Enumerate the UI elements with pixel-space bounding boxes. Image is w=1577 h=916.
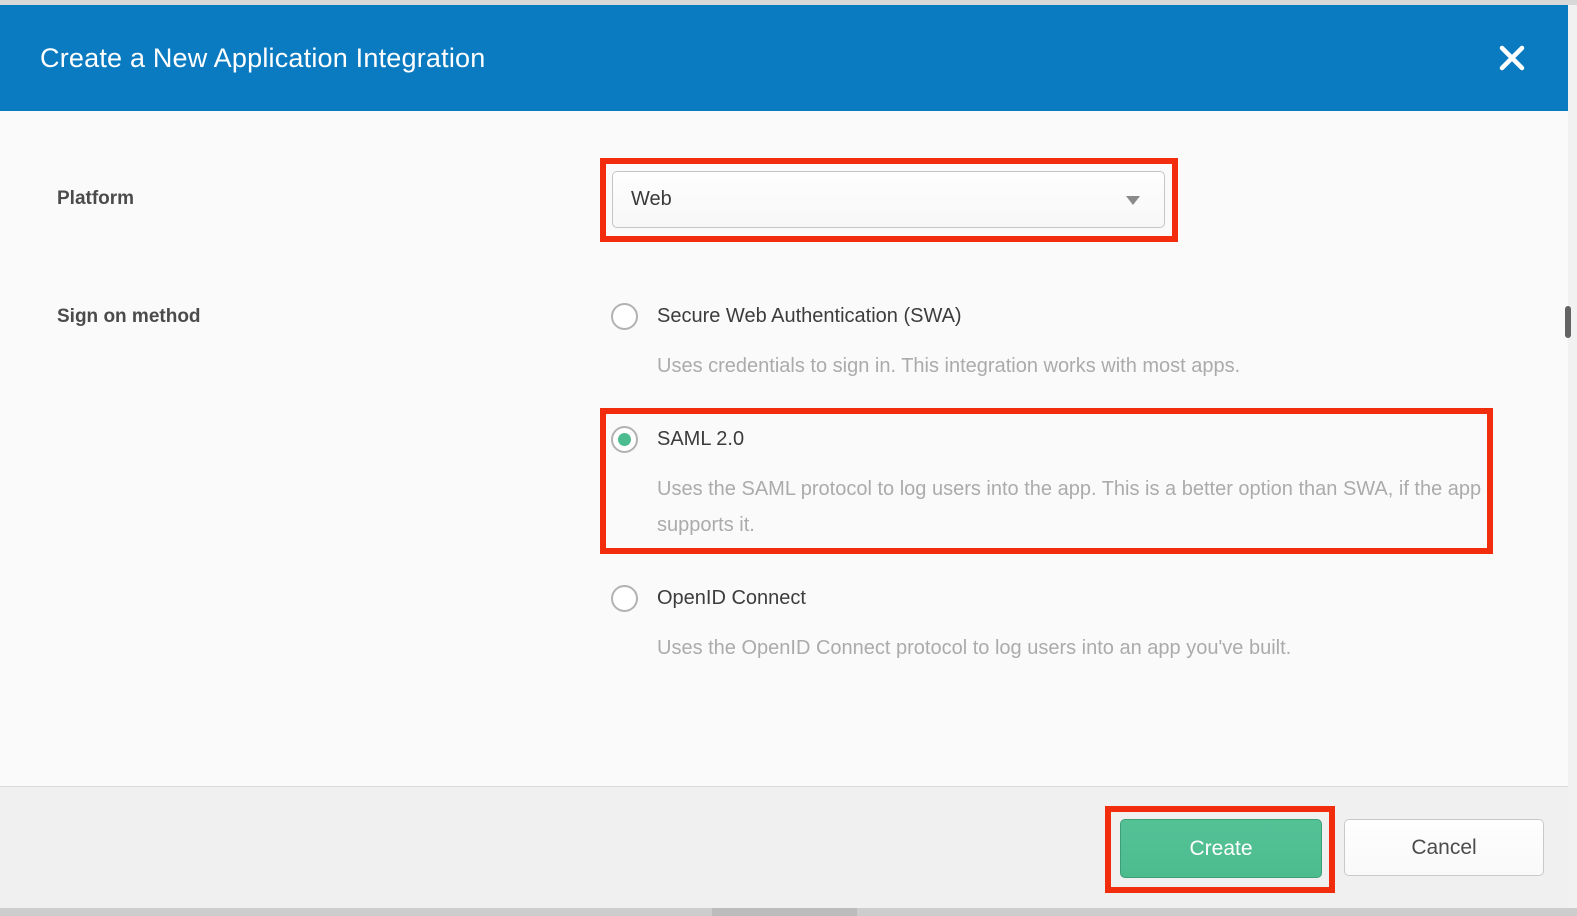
create-application-integration-modal: Create a New Application Integration Pla…	[0, 0, 1577, 916]
radio-saml-description: Uses the SAML protocol to log users into…	[657, 471, 1487, 543]
sign-on-method-label: Sign on method	[57, 306, 201, 328]
modal-title: Create a New Application Integration	[40, 5, 485, 111]
radio-openid-label[interactable]: OpenID Connect	[657, 587, 806, 610]
radio-swa[interactable]	[611, 303, 638, 330]
platform-select[interactable]: Web	[612, 171, 1165, 228]
platform-select-value: Web	[631, 172, 672, 227]
radio-openid[interactable]	[611, 585, 638, 612]
modal-header: Create a New Application Integration	[0, 5, 1568, 111]
close-icon[interactable]	[1497, 43, 1527, 73]
cancel-button[interactable]: Cancel	[1344, 819, 1544, 876]
modal-footer	[0, 786, 1577, 909]
radio-openid-description: Uses the OpenID Connect protocol to log …	[657, 630, 1557, 666]
radio-saml-label[interactable]: SAML 2.0	[657, 428, 744, 451]
window-top-edge	[0, 0, 1577, 5]
platform-label: Platform	[57, 188, 134, 210]
radio-saml[interactable]	[611, 426, 638, 453]
window-bottom-edge-shadow	[712, 908, 857, 916]
radio-swa-description: Uses credentials to sign in. This integr…	[657, 348, 1557, 384]
scrollbar-track	[1568, 0, 1577, 916]
radio-swa-label[interactable]: Secure Web Authentication (SWA)	[657, 305, 962, 328]
scrollbar-thumb[interactable]	[1565, 306, 1571, 338]
chevron-down-icon	[1126, 196, 1140, 205]
create-button[interactable]: Create	[1120, 819, 1322, 878]
